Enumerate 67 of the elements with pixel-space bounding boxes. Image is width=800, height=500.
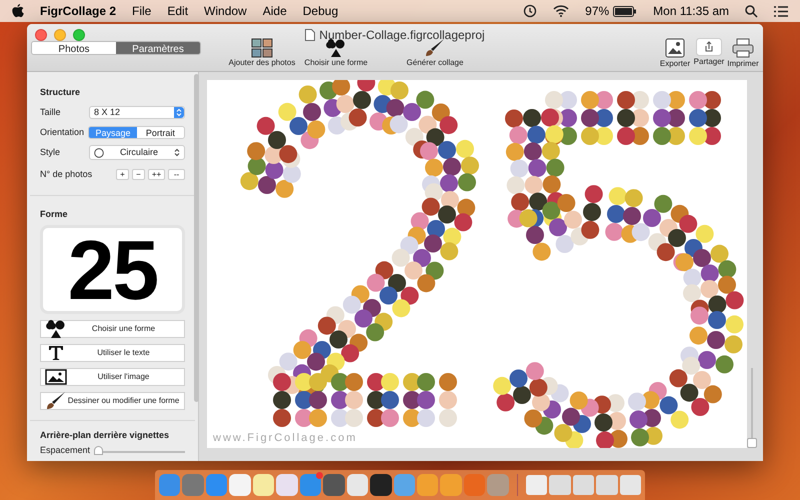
field-label: Orientation — [40, 126, 86, 139]
menu-item[interactable]: File — [132, 2, 152, 20]
count-button[interactable]: − — [132, 169, 145, 180]
shape-option-button[interactable]: Choisir une forme — [40, 320, 185, 338]
scrollbar[interactable] — [194, 74, 199, 402]
picture-icon — [45, 369, 67, 385]
menu-item[interactable]: Edit — [167, 2, 188, 20]
notification-badge — [316, 472, 324, 479]
field-label: Taille — [40, 106, 62, 119]
clock-icon[interactable] — [523, 4, 538, 18]
app-name[interactable]: FigrCollage 2 — [40, 2, 116, 20]
app-icon[interactable] — [370, 474, 392, 496]
shapes-icon — [46, 319, 66, 339]
printer-icon — [732, 38, 754, 58]
field-label: N° de photos — [40, 168, 92, 181]
field-label: Style — [40, 146, 62, 159]
shape-preview: 25 — [40, 225, 185, 314]
toolbar-button[interactable]: Ajouter des photos — [227, 38, 297, 68]
count-button[interactable]: -- — [168, 169, 185, 180]
shape-option-button[interactable]: Utiliser l'image — [40, 368, 185, 386]
toolbar-button[interactable]: Imprimer — [727, 38, 759, 70]
app-icon[interactable] — [276, 474, 298, 496]
shape-option-button[interactable]: Utiliser le texte — [40, 344, 185, 362]
menu-item[interactable]: Window — [204, 2, 247, 20]
minimize-button[interactable] — [54, 29, 66, 41]
section-heading: Forme — [40, 208, 69, 220]
circle-icon — [94, 148, 104, 158]
brush-icon — [45, 391, 67, 411]
menu-item[interactable]: Debug — [302, 2, 338, 20]
search-icon[interactable] — [745, 4, 758, 18]
section-heading: Arrière-plan derrière vignettes — [40, 429, 170, 442]
segment-button[interactable]: Portrait — [136, 127, 184, 138]
list-icon[interactable] — [774, 6, 788, 16]
battery-percent: 97% — [585, 3, 610, 20]
count-button[interactable]: + — [116, 169, 129, 180]
section-heading: Structure — [40, 86, 82, 99]
serif-t-icon — [48, 345, 64, 361]
tab[interactable]: Paramètres — [116, 42, 200, 54]
count-button[interactable]: ++ — [148, 169, 165, 180]
battery-icon[interactable] — [613, 6, 638, 16]
app-icon[interactable] — [620, 475, 642, 495]
menubar-clock[interactable]: Mon 11:35 am — [653, 2, 729, 20]
share-icon — [696, 38, 722, 56]
zoom-slider-thumb[interactable] — [747, 438, 757, 448]
app-icon[interactable] — [252, 474, 274, 496]
close-button[interactable] — [35, 29, 47, 41]
app-icon[interactable] — [229, 474, 251, 496]
apple-icon[interactable] — [12, 4, 24, 18]
size-dropdown[interactable]: 8 X 12 — [88, 106, 185, 119]
tab[interactable]: Photos — [32, 42, 116, 54]
zoom-button[interactable] — [73, 29, 85, 41]
app-icon[interactable] — [526, 475, 548, 495]
app-icon[interactable] — [323, 474, 345, 496]
toolbar-button[interactable]: Partager — [693, 38, 725, 70]
stepper-icon — [174, 148, 180, 157]
menu-item[interactable]: Aide — [262, 2, 287, 20]
stepper-icon — [174, 107, 184, 118]
field-label: Espacement — [40, 444, 90, 457]
document-icon — [305, 29, 316, 41]
toolbar-button[interactable]: Exporter — [659, 38, 691, 70]
slider-thumb[interactable] — [94, 446, 104, 455]
photo-grid-icon — [251, 38, 273, 58]
picture-icon — [665, 38, 685, 58]
style-dropdown[interactable]: Circulaire — [88, 145, 185, 160]
wifi-icon[interactable] — [553, 5, 570, 17]
app-icon[interactable] — [346, 474, 368, 496]
shape-option-button[interactable]: Dessiner ou modifier une forme — [40, 392, 185, 410]
